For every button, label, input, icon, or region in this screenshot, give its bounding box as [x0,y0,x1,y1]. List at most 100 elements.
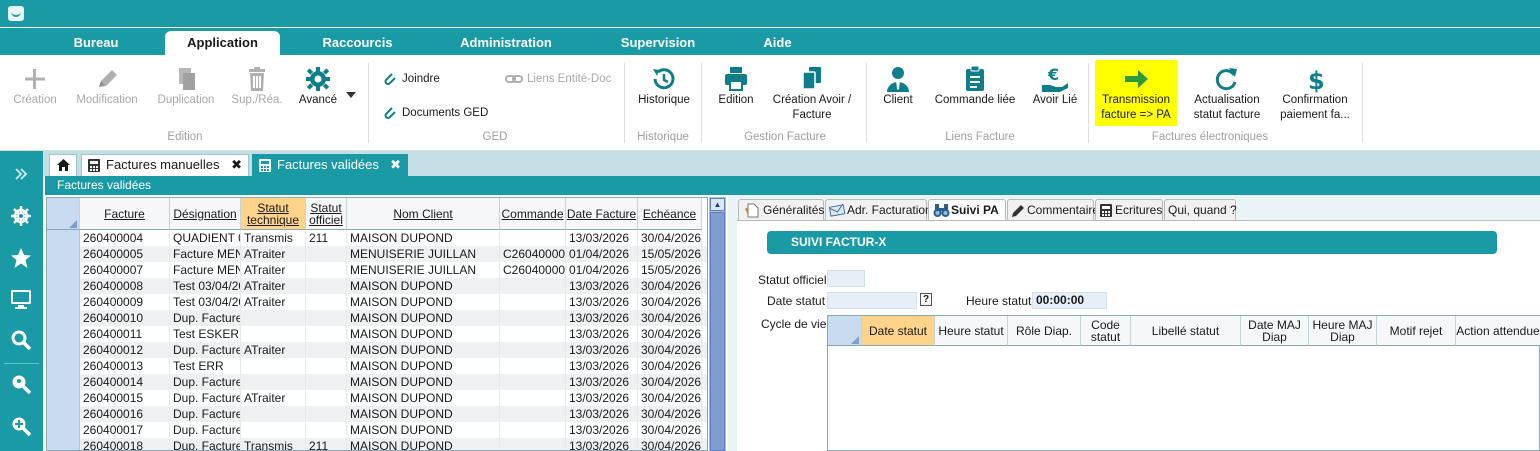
row-selector[interactable] [47,342,80,358]
helm-icon[interactable] [10,205,32,227]
group-label-historique: Historique [637,131,689,143]
statut-officiel-field[interactable] [827,270,865,287]
row-selector[interactable] [47,294,80,310]
table-cell: 15/05/2026 [638,262,702,278]
duplication-button[interactable]: Duplication [152,65,220,108]
col-header-date-facture[interactable]: Date Facture [566,198,638,230]
table-scrollbar[interactable]: ▲ [709,197,726,451]
tab-aide[interactable]: Aide [755,31,800,55]
table-row[interactable]: 260400007Facture MENUATraiter MENUISERIE … [47,262,707,278]
col-header-designation[interactable]: Désignation [170,198,241,230]
tab-suivi-pa[interactable]: Suivi PA [928,199,1006,221]
historique-button[interactable]: Historique [633,65,695,108]
col-header-code-statut[interactable]: Code statut [1081,316,1131,346]
row-selector[interactable] [47,278,80,294]
table-row[interactable]: 260400017Dup. Facture n MAISON DUPOND 13/0… [47,422,707,438]
tab-bureau[interactable]: Bureau [60,31,132,55]
col-header-statut-technique[interactable]: Statut technique [241,198,306,230]
col-header-commande[interactable]: Commande [500,198,566,230]
row-selector[interactable] [47,262,80,278]
liens-entite-doc-button[interactable]: Liens Entité-Doc [505,71,611,87]
row-selector[interactable] [47,374,80,390]
col-header-echeance[interactable]: Echéance [638,198,702,230]
tab-factures-validees[interactable]: Factures validées ✖ [252,154,408,176]
scroll-up-icon[interactable]: ▲ [710,198,725,211]
col-header-facture[interactable]: Facture [80,198,170,230]
row-selector[interactable] [47,390,80,406]
monitor-icon[interactable] [10,288,32,310]
avoir-lie-button[interactable]: € Avoir Lié [1028,65,1082,108]
dropdown-arrow-icon[interactable] [346,91,356,99]
tab-supervision[interactable]: Supervision [612,31,704,55]
joindre-button[interactable]: Joindre [382,71,440,87]
expand-chevrons-icon[interactable] [10,163,32,185]
date-help-button[interactable]: ? [920,293,932,306]
tab-administration[interactable]: Administration [450,31,562,55]
table-row[interactable]: 260400013 Test ERR MAISON DUPOND 13/03/2026… [47,358,707,374]
creation-avoir-button[interactable]: Création Avoir / Facture [766,65,858,123]
close-icon[interactable]: ✖ [231,155,242,175]
documents-ged-button[interactable]: Documents GED [382,105,488,121]
heure-statut-field[interactable]: 00:00:00 [1032,292,1107,309]
table-row[interactable]: 260400004QUADIENT 02Transmis211MAISON DU… [47,230,707,246]
close-icon[interactable]: ✖ [390,155,401,175]
table-row[interactable]: 260400016Dup. Facture n MAISON DUPOND 13/0… [47,406,707,422]
creation-button[interactable]: Création [8,65,62,108]
table-row[interactable]: 260400009 Test 03/04/20 ATraiter MAISON DUP… [47,294,707,310]
zoom-in-icon[interactable] [10,415,32,437]
search-location-icon[interactable] [10,373,32,395]
row-selector[interactable] [47,246,80,262]
table-corner[interactable] [828,316,862,346]
row-selector[interactable] [47,230,80,246]
table-cell: 260400013 [80,358,170,374]
client-button[interactable]: Client [876,65,920,108]
table-row[interactable]: 260400012Dup. Facture nATraiter MAISON DU… [47,342,707,358]
transmission-facture-button[interactable]: Transmission facture => PA [1095,60,1177,126]
home-tab[interactable] [49,154,77,176]
col-header-role-diap[interactable]: Rôle Diap. [1008,316,1081,346]
row-selector[interactable] [47,326,80,342]
tab-commentaire[interactable]: Commentaire [1007,199,1099,221]
avance-button[interactable]: Avancé [294,65,342,108]
table-row[interactable]: 260400005Facture MENUATraiter MENUISERIE … [47,246,707,262]
edition-button[interactable]: Edition [710,65,762,108]
actualisation-statut-button[interactable]: Actualisation statut facture [1185,65,1269,123]
table-corner[interactable] [47,198,80,230]
table-row[interactable]: 260400011 Test ESKER MAISON DUPOND 13/03/20… [47,326,707,342]
tab-application[interactable]: Application [165,31,280,55]
commande-liee-button[interactable]: Commande liée [928,65,1022,108]
col-header-statut-officiel[interactable]: Statut officiel [306,198,347,230]
modification-button[interactable]: Modification [70,65,144,108]
table-row[interactable]: 260400008 Test 03/04/20 ATraiter MAISON DUP… [47,278,707,294]
table-row[interactable]: 260400015Dup. Facture nATraiter MAISON DU… [47,390,707,406]
col-header-action-attendue[interactable]: Action attendue [1456,316,1540,346]
col-header-libelle-statut[interactable]: Libellé statut [1131,316,1241,346]
table-row[interactable]: 260400014Dup. Facture n MAISON DUPOND 13/0… [47,374,707,390]
star-icon[interactable] [10,247,32,269]
col-header-heure-maj-diap[interactable]: Heure MAJ Diap [1309,316,1377,346]
joindre-label: Joindre [402,73,440,85]
row-selector[interactable] [47,358,80,374]
col-header-date-maj-diap[interactable]: Date MAJ Diap [1241,316,1309,346]
col-header-motif-rejet[interactable]: Motif rejet [1377,316,1456,346]
row-selector[interactable] [47,406,80,422]
tab-qui-quand[interactable]: Qui, quand ? [1164,199,1237,221]
tab-raccourcis[interactable]: Raccourcis [315,31,400,55]
col-header-nom-client[interactable]: Nom Client [347,198,500,230]
col-header-date-statut[interactable]: Date statut [862,316,935,346]
confirmation-paiement-button[interactable]: $ Confirmation paiement fa... [1275,65,1355,123]
row-selector[interactable] [47,310,80,326]
row-selector[interactable] [47,438,80,450]
date-statut-field[interactable] [827,292,917,309]
suppression-button[interactable]: Sup./Réa. [228,65,286,108]
tab-generalites[interactable]: Généralités [738,199,824,221]
tab-ecritures[interactable]: Ecritures [1095,199,1163,221]
table-row[interactable]: 260400018Dup. Facture nTransmis211MAISON… [47,438,707,450]
search-icon[interactable] [10,329,32,351]
col-header-heure-statut[interactable]: Heure statut [935,316,1008,346]
tab-factures-manuelles[interactable]: Factures manuelles ✖ [81,154,249,176]
scroll-thumb[interactable] [710,212,725,451]
tab-adr-facturation[interactable]: Adr. Facturation [825,199,932,221]
row-selector[interactable] [47,422,80,438]
table-row[interactable]: 260400010Dup. Facture n MAISON DUPOND 13/0… [47,310,707,326]
